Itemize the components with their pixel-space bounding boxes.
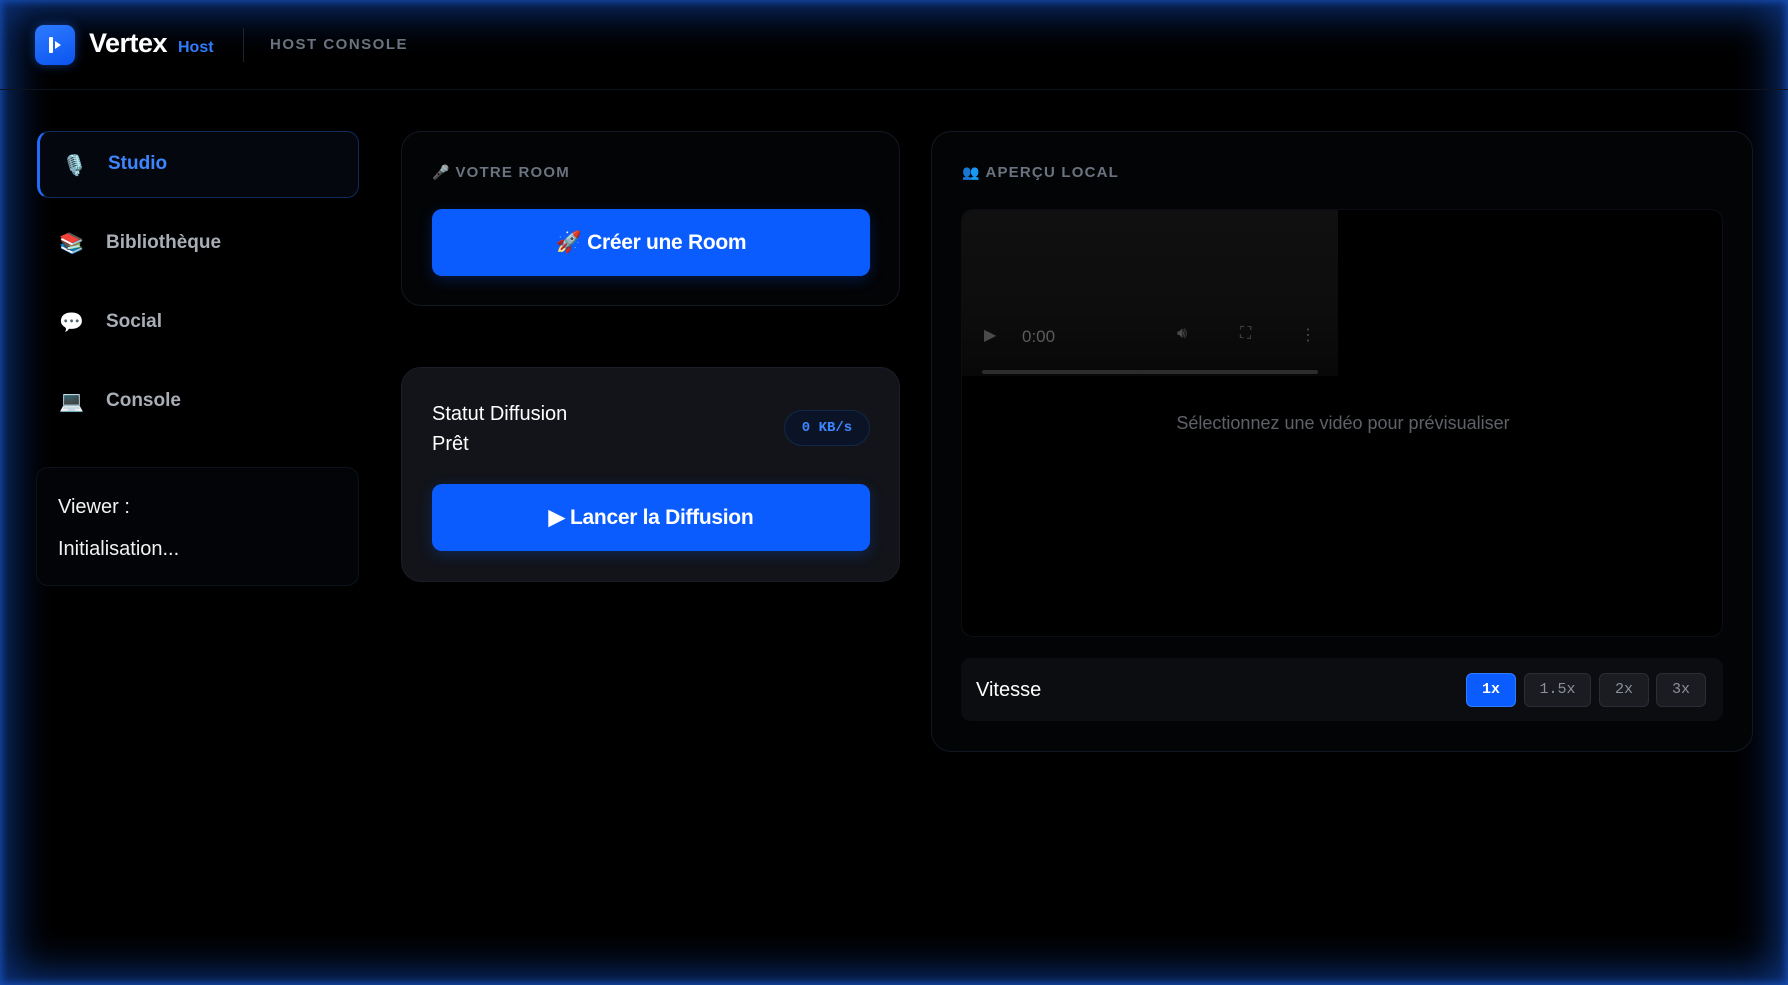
broadcast-status-card: Statut Diffusion Prêt 0 KB/s ▶ Lancer la… <box>401 367 900 582</box>
speech-bubble-icon: 💬 <box>59 312 84 334</box>
speed-control: Vitesse 1x 1.5x 2x 3x <box>961 658 1723 721</box>
page-title: HOST CONSOLE <box>270 36 409 53</box>
sidebar-item-social[interactable]: 💬 Social <box>37 289 359 356</box>
video-preview: ▶ 0:00 🔊︎ ⛶ ⋮ Sélectionnez une vidéo pou… <box>961 209 1723 637</box>
create-room-button[interactable]: 🚀 Créer une Room <box>432 209 870 276</box>
speed-3x-button[interactable]: 3x <box>1656 673 1706 707</box>
bitrate-badge: 0 KB/s <box>784 410 870 446</box>
app-window: Vertex Host HOST CONSOLE 🎙️ Studio 📚 Bib… <box>0 0 1788 985</box>
speed-1x-button[interactable]: 1x <box>1466 673 1516 707</box>
player-time: 0:00 <box>1022 327 1056 346</box>
volume-icon[interactable]: 🔊︎ <box>1177 325 1187 343</box>
sidebar-item-studio[interactable]: 🎙️ Studio <box>37 131 359 198</box>
launch-broadcast-button[interactable]: ▶ Lancer la Diffusion <box>432 484 870 551</box>
seek-bar[interactable] <box>982 370 1318 374</box>
speed-1-5x-button[interactable]: 1.5x <box>1524 673 1591 707</box>
fullscreen-icon[interactable]: ⛶ <box>1240 325 1251 343</box>
logo-icon <box>35 25 75 65</box>
video-player[interactable]: ▶ 0:00 🔊︎ ⛶ ⋮ <box>962 210 1338 376</box>
room-heading: 🎤 VOTRE ROOM <box>432 164 570 181</box>
books-icon: 📚 <box>59 233 84 255</box>
sidebar-item-bibliotheque[interactable]: 📚 Bibliothèque <box>37 210 359 277</box>
room-heading-label: VOTRE ROOM <box>455 164 570 181</box>
play-icon[interactable]: ▶ <box>984 325 996 345</box>
header-divider <box>243 28 244 62</box>
sidebar-item-label: Bibliothèque <box>106 232 222 253</box>
speed-2x-button[interactable]: 2x <box>1599 673 1649 707</box>
broadcast-status-title: Statut Diffusion <box>432 403 568 425</box>
sidebar-item-label: Social <box>106 311 162 332</box>
top-header: Vertex Host HOST CONSOLE <box>0 0 1788 90</box>
microphone-icon: 🎤 <box>432 164 450 180</box>
viewer-label: Viewer : <box>58 496 130 518</box>
preview-heading: 👥 APERÇU LOCAL <box>962 164 1119 181</box>
preview-heading-label: APERÇU LOCAL <box>985 164 1120 181</box>
microphone-icon: 🎙️ <box>62 155 87 177</box>
more-options-icon[interactable]: ⋮ <box>1300 325 1316 345</box>
people-icon: 👥 <box>962 164 980 180</box>
broadcast-status-value: Prêt <box>432 433 469 455</box>
viewer-status: Initialisation... <box>58 538 180 560</box>
viewer-status-panel: Viewer : Initialisation... <box>36 467 359 586</box>
brand-name: Vertex <box>89 28 168 58</box>
sidebar-item-label: Studio <box>108 153 168 174</box>
brand-sub: Host <box>178 39 214 56</box>
local-preview-card: 👥 APERÇU LOCAL ▶ 0:00 🔊︎ ⛶ ⋮ Sélectionnez… <box>931 131 1753 752</box>
speed-label: Vitesse <box>976 679 1042 701</box>
preview-placeholder: Sélectionnez une vidéo pour prévisualise… <box>1176 413 1510 433</box>
laptop-icon: 💻 <box>59 391 84 413</box>
room-card: 🎤 VOTRE ROOM 🚀 Créer une Room <box>401 131 900 306</box>
sidebar-item-label: Console <box>106 390 181 411</box>
sidebar-item-console[interactable]: 💻 Console <box>37 368 359 435</box>
